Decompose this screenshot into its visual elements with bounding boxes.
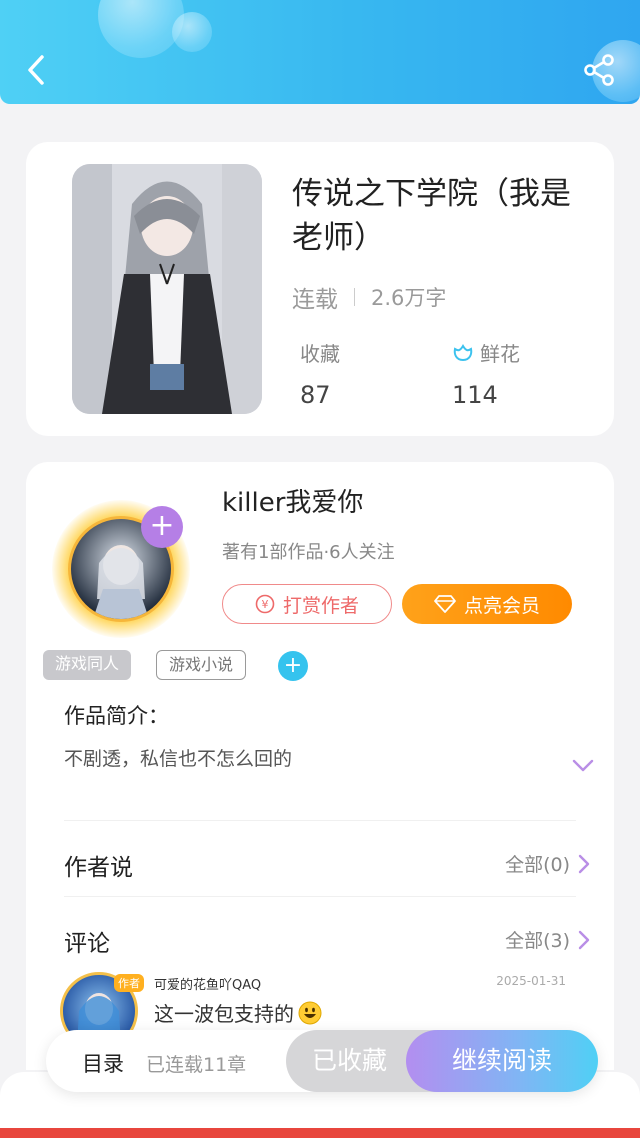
author-card: + killer我爱你 著有1部作品·6人关注 ¥ 打赏作者 点亮会员 游戏同人… xyxy=(26,462,614,1070)
chevron-left-icon xyxy=(28,55,44,85)
author-meta: 著有1部作品·6人关注 xyxy=(222,542,395,563)
author-name[interactable]: killer我爱你 xyxy=(222,482,363,519)
status-divider xyxy=(354,288,355,306)
flowers-value: 114 xyxy=(452,381,498,409)
book-info-card: 传说之下学院（我是老师） 连载 2.6万字 收藏 87 鲜花 114 xyxy=(26,142,614,436)
flowers-label-row: 鲜花 xyxy=(452,338,520,367)
cover-illustration xyxy=(72,164,262,414)
bottom-action-bar: 目录 已连载11章 已收藏 继续阅读 xyxy=(46,1030,598,1092)
chevron-right-icon xyxy=(578,930,590,949)
author-badge: 作者 xyxy=(114,974,144,992)
share-button[interactable] xyxy=(582,52,618,88)
table-of-contents-button[interactable]: 目录 xyxy=(82,1048,124,1078)
add-tag-button[interactable]: + xyxy=(278,651,308,681)
comment-date: 2025-01-31 xyxy=(496,974,566,988)
yen-coin-icon: ¥ xyxy=(255,594,275,614)
intro-title: 作品简介： xyxy=(64,704,169,728)
reward-label: 打赏作者 xyxy=(282,594,359,617)
flowers-label: 鲜花 xyxy=(480,342,520,366)
chevron-right-icon xyxy=(578,854,590,873)
header-bubble-decoration xyxy=(98,0,184,58)
favorites-stat: 收藏 87 xyxy=(300,338,340,409)
book-cover-image[interactable] xyxy=(72,164,262,414)
author-says-title: 作者说 xyxy=(64,855,133,881)
expand-intro-button[interactable] xyxy=(572,758,594,777)
back-button[interactable] xyxy=(18,50,54,90)
chevron-down-icon xyxy=(572,759,594,772)
light-up-vip-button[interactable]: 点亮会员 xyxy=(402,584,572,624)
diamond-icon xyxy=(434,595,456,613)
reward-author-button[interactable]: ¥ 打赏作者 xyxy=(222,584,392,624)
comment-text: 这一波包支持的 xyxy=(154,1002,294,1026)
comments-more-link[interactable]: 全部(3) xyxy=(505,926,590,953)
section-divider xyxy=(64,820,576,821)
intro-text: 不剧透，私信也不怎么回的 xyxy=(64,748,293,770)
author-says-more-link[interactable]: 全部(0) xyxy=(505,850,590,877)
author-says-count: 全部(0) xyxy=(505,854,570,876)
chapter-count: 已连载11章 xyxy=(146,1054,247,1076)
book-status-row: 连载 2.6万字 xyxy=(292,280,446,314)
book-title: 传说之下学院（我是老师） xyxy=(292,176,571,256)
flower-icon xyxy=(453,343,473,361)
svg-text:¥: ¥ xyxy=(261,598,268,611)
flowers-stat: 鲜花 114 xyxy=(452,338,520,409)
word-count: 2.6万字 xyxy=(371,286,447,310)
favorites-label: 收藏 xyxy=(300,342,340,366)
comment-text-row: 这一波包支持的 xyxy=(154,998,322,1027)
section-divider xyxy=(64,896,576,897)
bottom-accent-strip xyxy=(0,1128,640,1138)
tag-game-fanfic[interactable]: 游戏同人 xyxy=(43,650,132,680)
grinning-emoji-icon xyxy=(298,1001,322,1024)
share-icon xyxy=(584,54,614,86)
vip-label: 点亮会员 xyxy=(463,594,540,617)
tag-game-novel[interactable]: 游戏小说 xyxy=(156,650,247,680)
header-bubble-decoration-small xyxy=(172,12,212,52)
follow-author-button[interactable]: + xyxy=(141,506,183,548)
top-header xyxy=(0,0,640,104)
favorites-value: 87 xyxy=(300,381,331,409)
comments-count: 全部(3) xyxy=(505,930,570,952)
comments-title: 评论 xyxy=(64,931,110,957)
serial-status: 连载 xyxy=(292,287,338,313)
continue-reading-button[interactable]: 继续阅读 xyxy=(406,1030,598,1092)
commenter-name[interactable]: 可爱的花鱼吖QAQ xyxy=(154,974,261,993)
